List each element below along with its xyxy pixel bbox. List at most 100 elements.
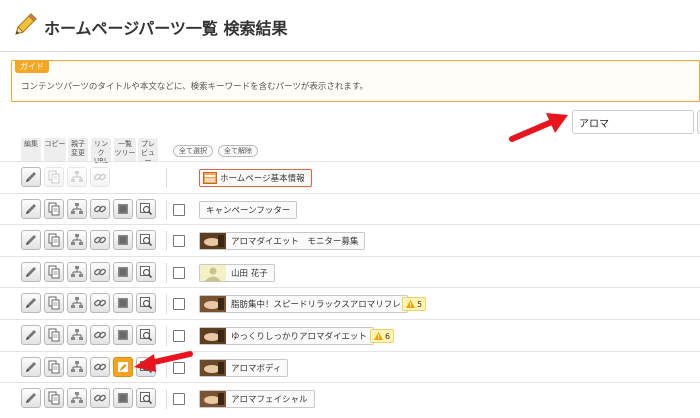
row-checkbox[interactable] (173, 203, 185, 216)
row-checkbox[interactable] (173, 266, 185, 279)
thumbnail-image (200, 233, 226, 250)
tree-icon (118, 330, 128, 340)
row-checkbox[interactable] (173, 393, 185, 406)
preview-button[interactable] (136, 230, 156, 251)
link-url-button[interactable] (90, 261, 110, 282)
link-url-button[interactable] (90, 388, 110, 409)
copy-button[interactable] (44, 356, 64, 377)
tree-button[interactable] (113, 293, 133, 314)
tree-button[interactable] (113, 198, 133, 219)
col-tree: 一覧 ツリー (114, 138, 136, 162)
tree-edit-icon (118, 361, 128, 372)
edit-icon (26, 330, 36, 340)
preview-button[interactable] (136, 325, 156, 345)
table-row: アロマダイエット モニター募集 (0, 224, 700, 256)
copy-button[interactable] (44, 388, 64, 409)
link-icon (94, 331, 106, 339)
tree-button[interactable] (113, 388, 133, 409)
warning-count: 6 (385, 331, 391, 341)
parent-change-button[interactable] (67, 167, 87, 187)
parent-change-button[interactable] (67, 325, 87, 345)
preview-icon (140, 202, 153, 215)
parent-change-button[interactable] (67, 230, 87, 251)
tree-button[interactable] (113, 261, 133, 282)
link-url-button[interactable] (90, 293, 110, 314)
hierarchy-icon (71, 297, 83, 309)
col-link-url: リンク URL (91, 138, 111, 165)
part-button[interactable]: アロマダイエット モニター募集 (199, 232, 366, 251)
tree-button[interactable] (113, 356, 133, 377)
copy-icon (48, 328, 60, 342)
guide-box: ガイド コンテンツパーツのタイトルや本文などに、検索キーワードを含むパーツが表示… (11, 60, 700, 102)
link-icon (94, 205, 106, 212)
preview-button[interactable] (136, 293, 156, 314)
edit-button[interactable] (21, 198, 41, 219)
row-checkbox[interactable] (173, 330, 185, 342)
edit-button[interactable] (21, 230, 41, 251)
link-url-button[interactable] (90, 230, 110, 251)
tree-icon (118, 203, 128, 214)
deselect-all-button[interactable]: 全て解除 (218, 145, 258, 157)
parent-change-button[interactable] (67, 356, 87, 377)
copy-button[interactable] (44, 325, 64, 345)
link-url-button[interactable] (90, 198, 110, 219)
copy-button[interactable] (44, 230, 64, 251)
edit-button[interactable] (21, 261, 41, 282)
edit-button[interactable] (21, 167, 41, 187)
copy-icon (48, 265, 60, 279)
warning-badge: 6 (370, 329, 395, 343)
part-button[interactable]: キャンペーンフッター (199, 200, 298, 219)
row-checkbox[interactable] (173, 298, 185, 311)
guide-text: コンテンツパーツのタイトルや本文などに、検索キーワードを含むパーツが表示されます… (21, 82, 369, 92)
parent-change-button[interactable] (67, 198, 87, 219)
tree-icon (118, 266, 128, 277)
link-icon (94, 236, 106, 244)
tree-button[interactable] (113, 230, 133, 251)
copy-button[interactable] (44, 261, 64, 282)
parent-change-button[interactable] (67, 261, 87, 282)
part-name: 脂肪集中！スピードリラックスアロマリフレ (231, 300, 401, 311)
link-url-button[interactable] (90, 356, 110, 377)
link-url-button[interactable] (90, 325, 110, 345)
part-button[interactable]: 山田 花子 (199, 263, 275, 282)
copy-button[interactable] (44, 198, 64, 219)
warning-icon (374, 332, 383, 340)
edit-button[interactable] (21, 388, 41, 409)
link-icon (94, 300, 106, 307)
homepage-info-icon (203, 172, 217, 184)
divider (166, 231, 167, 252)
row-actions (21, 388, 159, 410)
preview-button[interactable] (136, 198, 156, 219)
preview-icon (140, 265, 153, 278)
tree-button[interactable] (113, 325, 133, 345)
edit-button[interactable] (21, 293, 41, 314)
link-icon (94, 268, 106, 276)
part-button[interactable]: ホームページ基本情報 (199, 169, 312, 187)
guide-tag: ガイド (15, 60, 49, 73)
avatar-icon (200, 264, 226, 281)
copy-button[interactable] (44, 293, 64, 314)
part-button[interactable]: 脂肪集中！スピードリラックスアロマリフレ (199, 295, 408, 314)
part-button[interactable]: アロマボディ (199, 358, 289, 377)
edit-icon (26, 235, 36, 246)
edit-icon (26, 361, 36, 372)
copy-button[interactable] (44, 167, 64, 187)
part-button[interactable]: ゆっくりしっかりアロマダイエット (199, 327, 374, 345)
parent-change-button[interactable] (67, 388, 87, 409)
preview-button[interactable] (136, 388, 156, 409)
part-name: アロマダイエット モニター募集 (231, 237, 359, 248)
warning-icon (406, 300, 415, 309)
row-actions (21, 198, 159, 221)
warning-badge: 5 (402, 297, 427, 312)
row-checkbox[interactable] (173, 235, 185, 248)
link-url-button[interactable] (90, 167, 110, 187)
search-input[interactable] (572, 110, 694, 134)
select-all-button[interactable]: 全て選択 (173, 145, 213, 157)
col-preview: プレ ビュー (138, 138, 158, 165)
part-button[interactable]: アロマフェイシャル (199, 390, 315, 409)
edit-button[interactable] (21, 325, 41, 345)
link-icon (94, 173, 106, 181)
parent-change-button[interactable] (67, 293, 87, 314)
preview-button[interactable] (136, 261, 156, 282)
edit-button[interactable] (21, 356, 41, 377)
